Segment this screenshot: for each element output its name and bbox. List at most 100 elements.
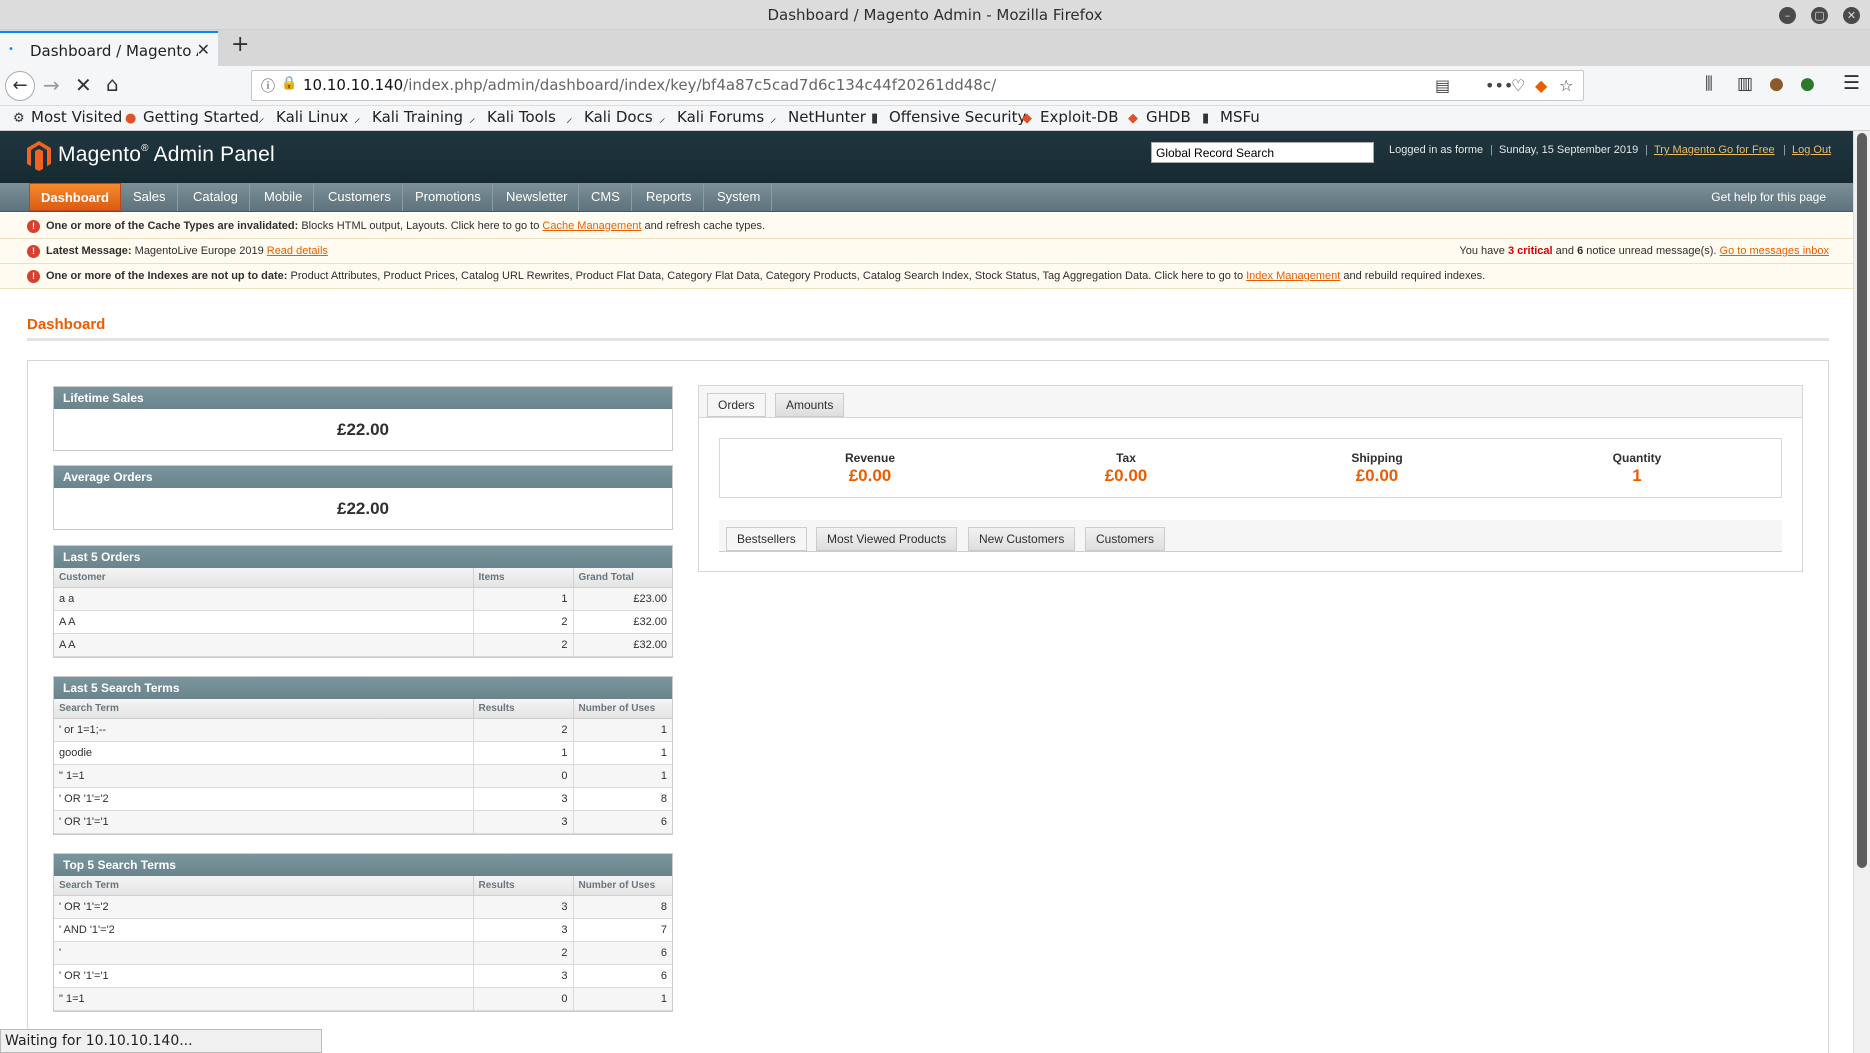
column-header[interactable]: Items bbox=[473, 568, 574, 588]
tab-amounts[interactable]: Amounts bbox=[775, 393, 845, 417]
items-cell: 1 bbox=[473, 587, 574, 611]
title-divider bbox=[27, 338, 1829, 342]
magento-favicon-icon[interactable]: ◆ bbox=[1535, 76, 1547, 95]
tab-title: Dashboard / Magento Ad bbox=[30, 42, 198, 60]
bookmark-ghdb[interactable]: ◆ GHDB bbox=[1128, 108, 1191, 126]
items-cell: 2 bbox=[473, 610, 574, 634]
tax-value: £0.00 bbox=[1104, 466, 1148, 485]
table-row[interactable]: ' OR '1'='2 3 8 bbox=[54, 895, 672, 919]
tab-new-customers[interactable]: New Customers bbox=[968, 527, 1076, 551]
table-row[interactable]: a a 1 £23.00 bbox=[54, 587, 672, 611]
column-header[interactable]: Number of Uses bbox=[573, 699, 672, 719]
bookmark-kali-tools[interactable]: ⸝ Kali Tools bbox=[469, 108, 556, 126]
bookmark-nethunter[interactable]: ⸝ NetHunter bbox=[770, 108, 866, 126]
close-window-icon[interactable]: ✕ bbox=[1843, 7, 1860, 24]
tab-customers[interactable]: Customers bbox=[1085, 527, 1166, 551]
column-header[interactable]: Grand Total bbox=[573, 568, 672, 588]
menu-icon[interactable]: ☰ bbox=[1843, 72, 1860, 94]
column-header[interactable]: Results bbox=[473, 699, 574, 719]
page-actions-icon[interactable]: ••• bbox=[1485, 76, 1513, 95]
stop-loading-icon[interactable]: ✕ bbox=[75, 73, 92, 97]
bookmark-getting-started[interactable]: ● Getting Started bbox=[125, 108, 259, 126]
bookmark-kali-forums[interactable]: ⸝ Kali Forums bbox=[659, 108, 764, 126]
bookmark-kali-training[interactable]: ⸝ Kali Training bbox=[354, 108, 463, 126]
reader-view-icon[interactable]: ▤ bbox=[1435, 76, 1450, 95]
messages-inbox-link[interactable]: Go to messages inbox bbox=[1720, 245, 1829, 257]
try-magento-link[interactable]: Try Magento Go for Free bbox=[1654, 144, 1775, 156]
average-orders-box: Average Orders £22.00 bbox=[53, 465, 673, 530]
pocket-icon[interactable]: ♡ bbox=[1511, 76, 1525, 95]
table-row[interactable]: A A 2 £32.00 bbox=[54, 633, 672, 657]
table-row[interactable]: ' OR '1'='1 3 6 bbox=[54, 964, 672, 988]
bookmark-kali-docs[interactable]: ⸝ Kali Docs bbox=[566, 108, 653, 126]
column-header[interactable]: Search Term bbox=[54, 699, 474, 719]
table-row[interactable]: goodie 1 1 bbox=[54, 741, 672, 765]
url-text[interactable]: 10.10.10.140/index.php/admin/dashboard/i… bbox=[303, 76, 996, 94]
close-tab-icon[interactable]: ✕ bbox=[197, 40, 210, 59]
nav-reports[interactable]: Reports bbox=[635, 183, 704, 211]
table-row[interactable]: ' 2 6 bbox=[54, 941, 672, 965]
cache-management-link[interactable]: Cache Management bbox=[542, 220, 641, 232]
help-link[interactable]: Get help for this page bbox=[1711, 190, 1826, 204]
table-row[interactable]: A A 2 £32.00 bbox=[54, 610, 672, 634]
insecure-lock-icon: 🔒 bbox=[281, 76, 298, 91]
scrollbar-thumb[interactable] bbox=[1857, 133, 1867, 868]
bookmark-most-visited[interactable]: ⚙ Most Visited bbox=[13, 108, 122, 126]
column-header[interactable]: Customer bbox=[54, 568, 474, 588]
table-row[interactable]: ' OR '1'='1 3 6 bbox=[54, 810, 672, 834]
bookmark-star-icon[interactable]: ☆ bbox=[1559, 76, 1573, 95]
separator: | bbox=[1490, 144, 1493, 156]
table-row[interactable]: ' AND '1'='2 3 7 bbox=[54, 918, 672, 942]
page-title: Dashboard bbox=[27, 316, 106, 333]
table-row[interactable]: " 1=1 0 1 bbox=[54, 987, 672, 1011]
global-search-input[interactable] bbox=[1151, 142, 1374, 163]
nav-cms[interactable]: CMS bbox=[580, 183, 632, 211]
nav-mobile[interactable]: Mobile bbox=[253, 183, 315, 211]
sidebar-icon[interactable]: ▥ bbox=[1737, 74, 1753, 94]
browser-tab[interactable]: • Dashboard / Magento Ad ✕ bbox=[0, 31, 218, 66]
diagram-tabs: Orders Amounts bbox=[699, 386, 1802, 418]
quantity-total: Quantity 1 bbox=[1567, 451, 1707, 486]
logout-link[interactable]: Log Out bbox=[1792, 144, 1831, 156]
table-row[interactable]: " 1=1 0 1 bbox=[54, 764, 672, 788]
back-icon[interactable]: ← bbox=[5, 71, 35, 101]
nav-newsletter[interactable]: Newsletter bbox=[495, 183, 580, 211]
tab-most-viewed[interactable]: Most Viewed Products bbox=[816, 527, 958, 551]
cookie-extension-icon[interactable]: ● bbox=[1769, 74, 1784, 94]
forward-icon[interactable]: → bbox=[43, 73, 60, 97]
column-header[interactable]: Number of Uses bbox=[573, 876, 672, 896]
minimize-icon[interactable]: – bbox=[1779, 7, 1796, 24]
site-info-icon[interactable]: ⓘ bbox=[261, 76, 275, 96]
bookmark-offensive-security[interactable]: ▮ Offensive Security bbox=[871, 108, 1026, 126]
nav-customers[interactable]: Customers bbox=[317, 183, 403, 211]
read-details-link[interactable]: Read details bbox=[267, 245, 328, 257]
table-row[interactable]: ' OR '1'='2 3 8 bbox=[54, 787, 672, 811]
new-tab-icon[interactable]: + bbox=[231, 32, 249, 57]
url-bar[interactable]: ⓘ 🔒 10.10.10.140/index.php/admin/dashboa… bbox=[251, 70, 1584, 101]
bookmark-msfu[interactable]: ▮ MSFu bbox=[1202, 108, 1260, 126]
uses-cell: 1 bbox=[573, 741, 672, 765]
average-orders-label: Average Orders bbox=[54, 466, 672, 488]
home-icon[interactable]: ⌂ bbox=[106, 72, 119, 96]
nav-promotions[interactable]: Promotions bbox=[404, 183, 493, 211]
grid-tabs: Bestsellers Most Viewed Products New Cus… bbox=[719, 520, 1782, 552]
nav-system[interactable]: System bbox=[706, 183, 773, 211]
shield-extension-icon[interactable]: ● bbox=[1800, 74, 1815, 94]
tax-total: Tax £0.00 bbox=[1056, 451, 1196, 486]
library-icon[interactable]: ⫼ bbox=[1705, 74, 1713, 94]
nav-sales[interactable]: Sales bbox=[122, 183, 178, 211]
page-scrollbar[interactable] bbox=[1853, 131, 1870, 1053]
nav-dashboard[interactable]: Dashboard bbox=[29, 183, 121, 211]
items-cell: 2 bbox=[473, 633, 574, 657]
table-row[interactable]: ' or 1=1;-- 2 1 bbox=[54, 718, 672, 742]
totals-bar: Revenue £0.00 Tax £0.00 Shipping £0.00 Quan… bbox=[719, 438, 1782, 498]
index-management-link[interactable]: Index Management bbox=[1246, 270, 1340, 282]
tab-bestsellers[interactable]: Bestsellers bbox=[726, 527, 807, 551]
nav-catalog[interactable]: Catalog bbox=[182, 183, 250, 211]
maximize-icon[interactable]: ▢ bbox=[1811, 7, 1828, 24]
column-header[interactable]: Search Term bbox=[54, 876, 474, 896]
bookmark-exploit-db[interactable]: ◆ Exploit-DB bbox=[1022, 108, 1119, 126]
bookmark-kali-linux[interactable]: ⸝ Kali Linux bbox=[258, 108, 348, 126]
column-header[interactable]: Results bbox=[473, 876, 574, 896]
tab-orders[interactable]: Orders bbox=[707, 393, 766, 417]
